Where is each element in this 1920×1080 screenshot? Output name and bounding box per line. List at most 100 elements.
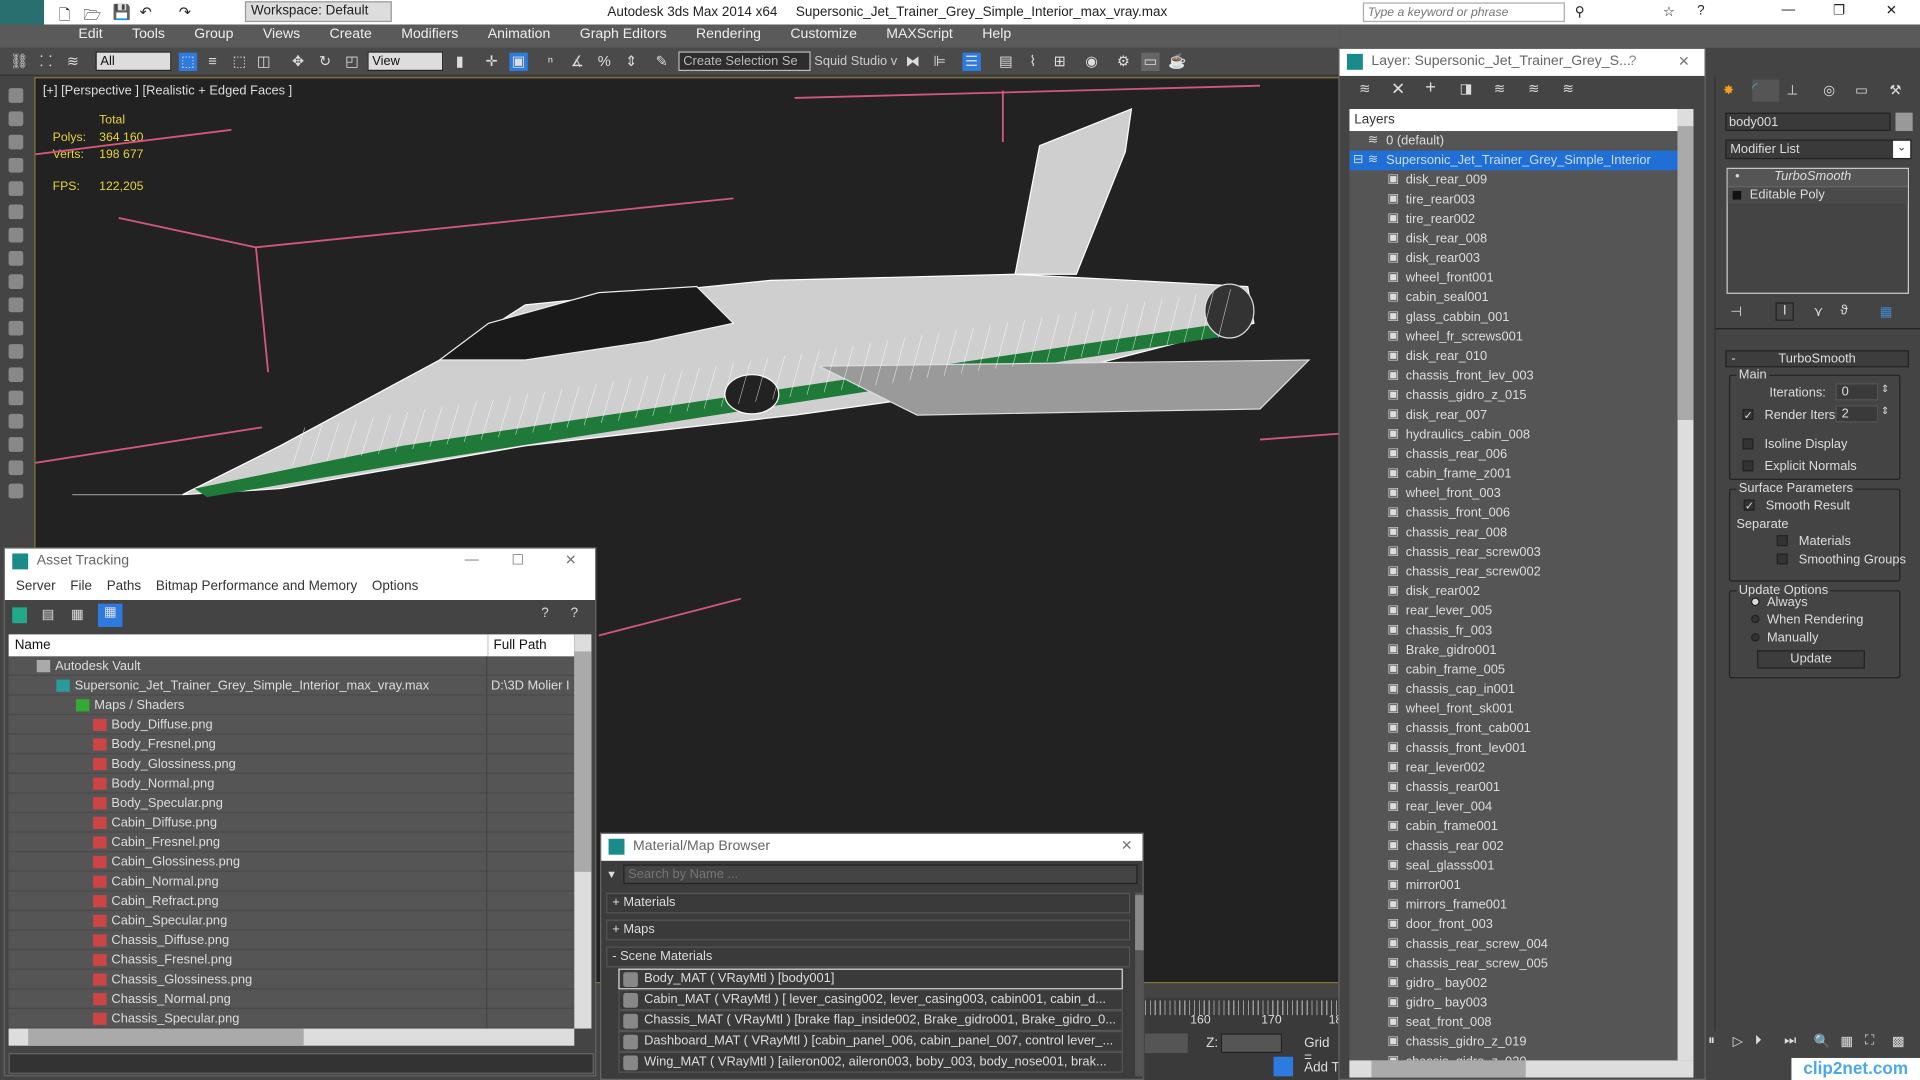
z-coordinate-input[interactable] bbox=[1220, 1033, 1283, 1054]
unlink-icon[interactable]: ⸬ bbox=[37, 53, 55, 71]
asset-row-map[interactable]: Cabin_Fresnel.png bbox=[8, 832, 575, 853]
close-button[interactable]: ✕ bbox=[1678, 53, 1690, 70]
minimize-button[interactable]: — bbox=[1782, 2, 1795, 17]
layer-object-item[interactable]: ▣ cabin_frame001 bbox=[1349, 817, 1677, 837]
cylinder-icon[interactable] bbox=[8, 320, 24, 336]
layer-object-item[interactable]: ▣ disk_rear_009 bbox=[1349, 170, 1677, 190]
layer-object-item[interactable]: ▣ chassis_gidro_z_020 bbox=[1349, 1052, 1677, 1060]
material-section-0[interactable]: + Materials bbox=[606, 892, 1131, 914]
layer-object-item[interactable]: ▣ wheel_front001 bbox=[1349, 268, 1677, 288]
zoom-all-icon[interactable]: ▦ bbox=[1840, 1033, 1853, 1050]
menu-group[interactable]: Group bbox=[180, 24, 249, 47]
render-icon[interactable]: ☕ bbox=[1168, 53, 1186, 71]
collapse-icon[interactable]: ⊟ bbox=[1353, 151, 1363, 171]
options-menu-icon[interactable]: ▼ bbox=[606, 868, 617, 880]
redo-icon[interactable]: ↷ bbox=[179, 4, 191, 21]
asset-row-map[interactable]: Cabin_Diffuse.png bbox=[8, 813, 575, 833]
time-tag-icon[interactable] bbox=[1273, 1056, 1294, 1077]
material-editor-icon[interactable]: ◉ bbox=[1082, 53, 1100, 71]
show-end-result-icon[interactable]: Ι bbox=[1775, 302, 1794, 321]
scene-icon[interactable] bbox=[8, 483, 24, 499]
spinner-snap-icon[interactable]: ⇕ bbox=[622, 53, 640, 71]
smooth-result-checkbox[interactable]: ✓ bbox=[1743, 499, 1755, 511]
iterations-spinner[interactable]: 0 bbox=[1835, 383, 1879, 401]
stack-item-editable-poly[interactable]: Editable Poly bbox=[1727, 186, 1908, 204]
layer-object-item[interactable]: ▣ disk_rear002 bbox=[1349, 582, 1677, 602]
layer-object-item[interactable]: ▣ chassis_rear_screw003 bbox=[1349, 542, 1677, 562]
previous-frame-icon[interactable]: ⏸ bbox=[1708, 1033, 1715, 1049]
smoothing-groups-checkbox[interactable] bbox=[1776, 553, 1788, 565]
favorites-star-icon[interactable]: ☆ bbox=[1663, 4, 1675, 20]
layer-object-item[interactable]: ▣ rear_lever002 bbox=[1349, 758, 1677, 778]
next-frame-icon[interactable]: ⏵ bbox=[1755, 1033, 1762, 1049]
modify-tab-icon[interactable]: ◜ bbox=[1752, 79, 1780, 102]
select-object-icon[interactable]: ⬚ bbox=[178, 52, 198, 72]
layer-manager-icon[interactable]: ☰ bbox=[962, 52, 981, 72]
minimize-button[interactable]: — bbox=[465, 552, 479, 567]
close-button[interactable]: ✕ bbox=[1121, 836, 1133, 854]
motion-tab-icon[interactable]: ◎ bbox=[1823, 82, 1835, 98]
rectangular-selection-icon[interactable]: ⬚ bbox=[230, 53, 248, 71]
cone-icon[interactable] bbox=[8, 344, 24, 359]
asset-row-map[interactable]: Cabin_Normal.png bbox=[8, 871, 575, 892]
spacewarp-icon[interactable] bbox=[8, 251, 24, 266]
menu-maxscript[interactable]: MAXScript bbox=[872, 24, 968, 47]
column-header-name[interactable]: Name bbox=[15, 638, 51, 653]
object-color-swatch[interactable] bbox=[1895, 112, 1913, 132]
zoom-extents-all-icon[interactable]: ▩ bbox=[1892, 1033, 1905, 1050]
asset-menu-options[interactable]: Options bbox=[365, 576, 426, 600]
graphite-ribbon-icon[interactable]: ▤ bbox=[997, 53, 1015, 71]
edit-named-selection-icon[interactable]: ✎ bbox=[653, 53, 671, 71]
paint-icon[interactable] bbox=[8, 413, 24, 429]
make-unique-icon[interactable]: ⋎ bbox=[1813, 304, 1823, 320]
helper-icon[interactable] bbox=[8, 227, 24, 243]
angle-snap-icon[interactable]: ∡ bbox=[568, 53, 586, 71]
layer-object-item[interactable]: ▣ chassis_front_lev_003 bbox=[1349, 366, 1677, 386]
named-selection-set-dropdown[interactable]: Create Selection Se bbox=[678, 51, 811, 72]
layer-object-item[interactable]: ▣ chassis_cap_in001 bbox=[1349, 680, 1677, 700]
selection-filter-dropdown[interactable]: All bbox=[95, 51, 172, 72]
asset-row-map[interactable]: Chassis_Fresnel.png bbox=[8, 950, 575, 970]
layer-object-item[interactable]: ▣ chassis_rear 002 bbox=[1349, 836, 1677, 856]
asset-row-map[interactable]: Body_Specular.png bbox=[8, 793, 575, 814]
asset-vertical-scrollbar[interactable] bbox=[574, 634, 592, 1029]
select-by-name-icon[interactable]: ≡ bbox=[203, 53, 221, 71]
layer-active[interactable]: ≋ Supersonic_Jet_Trainer_Grey_Simple_Inte… bbox=[1349, 150, 1678, 171]
remove-modifier-icon[interactable]: ϑ bbox=[1840, 304, 1847, 319]
menu-tools[interactable]: Tools bbox=[117, 24, 179, 47]
update-button[interactable]: Update bbox=[1757, 650, 1865, 669]
snap-toggle-icon[interactable]: ⁿ bbox=[541, 53, 559, 71]
delete-layer-icon[interactable]: ✕ bbox=[1391, 78, 1405, 99]
time-slider-ruler[interactable] bbox=[1144, 1000, 1341, 1016]
binoculars-icon[interactable]: ⚲ bbox=[1575, 4, 1585, 20]
menu-help[interactable]: Help bbox=[968, 24, 1026, 47]
asset-status-field[interactable] bbox=[8, 1053, 594, 1074]
layer-object-item[interactable]: ▣ glass_cabbin_001 bbox=[1349, 307, 1677, 327]
light-icon[interactable] bbox=[8, 204, 24, 220]
menu-modifiers[interactable]: Modifiers bbox=[387, 24, 474, 47]
material-item[interactable]: Wing_MAT ( VRayMtl ) [aileron002, ailero… bbox=[618, 1051, 1123, 1073]
save-icon[interactable]: 💾 bbox=[113, 4, 131, 21]
table-view-icon[interactable]: ▦ bbox=[97, 603, 123, 627]
help-search-input[interactable] bbox=[1362, 2, 1565, 23]
asset-row-map[interactable]: Body_Diffuse.png bbox=[8, 715, 575, 735]
object-name-input[interactable] bbox=[1725, 112, 1891, 132]
manually-radio[interactable] bbox=[1751, 633, 1760, 642]
material-item[interactable]: Body_MAT ( VRayMtl ) [body001] bbox=[618, 968, 1123, 990]
turbosmooth-rollout-header[interactable]: - TurboSmooth bbox=[1725, 350, 1909, 368]
close-button[interactable]: ✕ bbox=[565, 551, 577, 568]
utilities-tab-icon[interactable]: ⚒ bbox=[1889, 82, 1901, 98]
layer-object-item[interactable]: ▣ tire_rear002 bbox=[1349, 209, 1677, 229]
undo-icon[interactable]: ↶ bbox=[140, 4, 152, 21]
layer-object-item[interactable]: ▣ chassis_rear_screw_005 bbox=[1349, 954, 1677, 974]
asset-row-map[interactable]: Body_Fresnel.png bbox=[8, 734, 575, 755]
configure-modifier-sets-icon[interactable]: ▦ bbox=[1880, 304, 1893, 320]
pin-stack-icon[interactable]: ⊣ bbox=[1730, 304, 1742, 320]
material-item[interactable]: Dashboard_MAT ( VRayMtl ) [cabin_panel_0… bbox=[618, 1031, 1123, 1052]
percent-snap-icon[interactable]: % bbox=[595, 53, 613, 71]
keyboard-shortcut-icon[interactable]: ▣ bbox=[509, 52, 528, 72]
help-icon[interactable]: ? bbox=[1697, 4, 1705, 19]
asset-menu-paths[interactable]: Paths bbox=[99, 576, 148, 600]
help-icon[interactable]: ? bbox=[541, 606, 549, 621]
help-button[interactable]: ? bbox=[1629, 54, 1637, 69]
